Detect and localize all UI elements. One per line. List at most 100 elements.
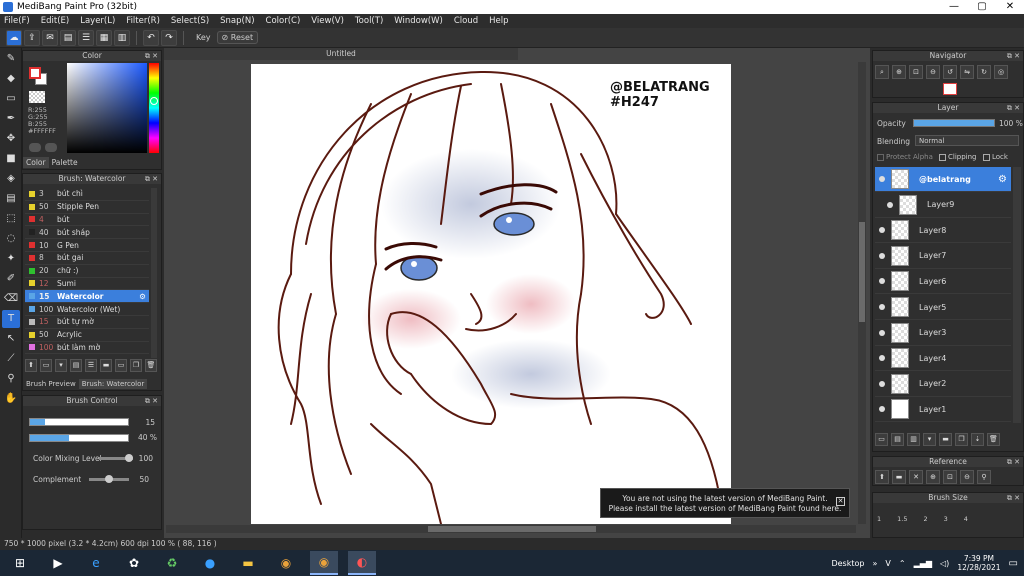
panel-close-icon[interactable]: ⧉ ✕ [1007,103,1020,113]
select-pen-tool-icon[interactable]: ✐ [2,270,20,288]
add-brush-icon[interactable]: ⬆ [25,358,37,372]
merge-layer-icon[interactable]: ⇣ [971,433,984,446]
brush-settings-gear-icon[interactable]: ⚙ [139,292,146,301]
brush-size-preset[interactable]: 4 [964,515,968,523]
gradient-tool-icon[interactable]: ▤ [2,190,20,208]
brush-list-icon[interactable]: ☰ [85,358,97,372]
redo-icon[interactable]: ↷ [161,29,177,46]
pen-tool-icon[interactable]: ✒ [2,110,20,128]
zoom-out-icon[interactable]: ⊖ [926,65,940,79]
ruler-icon[interactable]: ▥ [114,29,130,46]
close-window-button[interactable]: ✕ [996,0,1024,14]
brush-folder-icon[interactable]: ▬ [100,358,112,372]
protect-alpha-checkbox[interactable]: Protect Alpha [877,153,933,161]
drawing-canvas[interactable] [251,64,731,524]
vertical-scroll-thumb[interactable] [859,222,865,322]
layer-row[interactable]: Layer2 [875,371,1011,397]
brush-opacity-value[interactable]: 40 % [131,433,157,442]
menu-file[interactable]: File(F) [4,16,30,26]
zoom-icon[interactable]: ⌕ [875,65,889,79]
clipping-box[interactable] [939,153,946,161]
file-explorer-icon[interactable]: ▬ [234,551,262,575]
grid-icon[interactable]: ▦ [96,29,112,46]
media-player-icon[interactable]: ▶ [44,551,72,575]
lock-box[interactable] [983,153,990,161]
panel-close-icon[interactable]: ⧉ ✕ [1007,457,1020,467]
move-tool-icon[interactable]: ✥ [2,130,20,148]
menu-help[interactable]: Help [489,16,508,26]
cloud-icon[interactable]: ☁ [6,29,22,46]
fill-rect-tool-icon[interactable]: ■ [2,150,20,168]
menu-select[interactable]: Select(S) [171,16,209,26]
layer-visibility-icon[interactable] [879,406,885,413]
layer-row[interactable]: Layer7 [875,243,1011,269]
layer-settings-gear-icon[interactable]: ⚙ [998,174,1007,185]
brush-list-scrollbar[interactable] [151,188,157,358]
reset-button[interactable]: ⊘ Reset [216,31,259,44]
panel-close-icon[interactable]: ⧉ ✕ [145,396,158,406]
brush-size-slider[interactable] [29,418,129,426]
menu-view[interactable]: View(V) [311,16,344,26]
hue-slider[interactable] [149,63,159,153]
ref-fit-icon[interactable]: ⊡ [943,470,957,484]
chrome-open-icon[interactable]: ◉ [310,551,338,575]
ref-eyedropper-icon[interactable]: ⚲ [977,470,991,484]
network-icon[interactable]: ▂▄▆ [914,559,932,568]
paint-icon[interactable]: ✿ [120,551,148,575]
tray-expand-icon[interactable]: » [872,559,877,568]
ref-zoom-in-icon[interactable]: ⊕ [926,470,940,484]
chrome-icon[interactable]: ◉ [272,551,300,575]
layer-visibility-icon[interactable] [879,329,885,336]
rotate-right-icon[interactable]: ↻ [977,65,991,79]
menu-filter[interactable]: Filter(R) [126,16,160,26]
rotate-left-icon[interactable]: ↺ [943,65,957,79]
menu-cloud[interactable]: Cloud [454,16,478,26]
fit-icon[interactable]: ⊡ [909,65,923,79]
clock[interactable]: 7:39 PM 12/28/2021 [957,554,1000,572]
panel-close-icon[interactable]: ⧉ ✕ [1007,51,1020,61]
layer-row[interactable]: Layer8 [875,218,1011,244]
ref-zoom-out-icon[interactable]: ⊖ [960,470,974,484]
undo-icon[interactable]: ↶ [143,29,159,46]
zalo-icon[interactable]: ● [196,551,224,575]
volume-icon[interactable]: ◁) [940,559,949,568]
brush-size-preset[interactable]: 1.5 [897,515,907,523]
panel-close-icon[interactable]: ⧉ ✕ [145,51,158,61]
horizontal-scroll-thumb[interactable] [428,526,596,532]
language-indicator[interactable]: V [885,559,890,568]
layer-row[interactable]: Layer9 [875,192,1011,218]
layer-visibility-icon[interactable] [887,201,893,208]
notification-icon[interactable]: ▭ [1009,558,1018,569]
layer-opacity-slider[interactable] [913,119,995,127]
text-tool-icon[interactable]: T [2,310,20,328]
brush-item[interactable]: 4 bút [25,213,149,227]
operation-tool-icon[interactable]: ↖ [2,330,20,348]
recycle-icon[interactable]: ♻ [158,551,186,575]
tab-brush-preview[interactable]: Brush Preview [23,379,79,389]
panel-close-icon[interactable]: ⧉ ✕ [145,174,158,184]
brush-opacity-slider[interactable] [29,434,129,442]
menu-snap[interactable]: Snap(N) [220,16,254,26]
flip-icon[interactable]: ⇋ [960,65,974,79]
windows-start-icon[interactable]: ⊞ [6,551,34,575]
layer-visibility-icon[interactable] [879,278,885,285]
eraser-tool-icon[interactable]: ◆ [2,70,20,88]
panel-close-icon[interactable]: ⧉ ✕ [1007,493,1020,503]
brush-item[interactable]: 12 Sumi [25,277,149,291]
select-eraser-tool-icon[interactable]: ⌫ [2,290,20,308]
brush-item[interactable]: 100 Watercolor (Wet) [25,303,149,316]
brush-size-preset[interactable]: 1 [877,515,881,523]
layer-row[interactable]: @belatrang ⚙ [875,167,1011,192]
menu-layer[interactable]: Layer(L) [80,16,115,26]
brush-item[interactable]: 40 bút sháp [25,226,149,240]
select-tool-icon[interactable]: ⬚ [2,210,20,228]
brush-settings-icon[interactable]: ▤ [70,358,82,372]
layer-row[interactable]: Layer3 [875,320,1011,346]
rect-tool-icon[interactable]: ▭ [2,90,20,108]
saturation-value-picker[interactable] [67,63,147,153]
brush-item[interactable]: 50 Stipple Pen [25,200,149,214]
internet-explorer-icon[interactable]: e [82,551,110,575]
foreground-color-swatch[interactable] [29,67,41,79]
tab-palette[interactable]: Palette [49,157,81,168]
hand-tool-icon[interactable]: ✋ [2,390,20,408]
